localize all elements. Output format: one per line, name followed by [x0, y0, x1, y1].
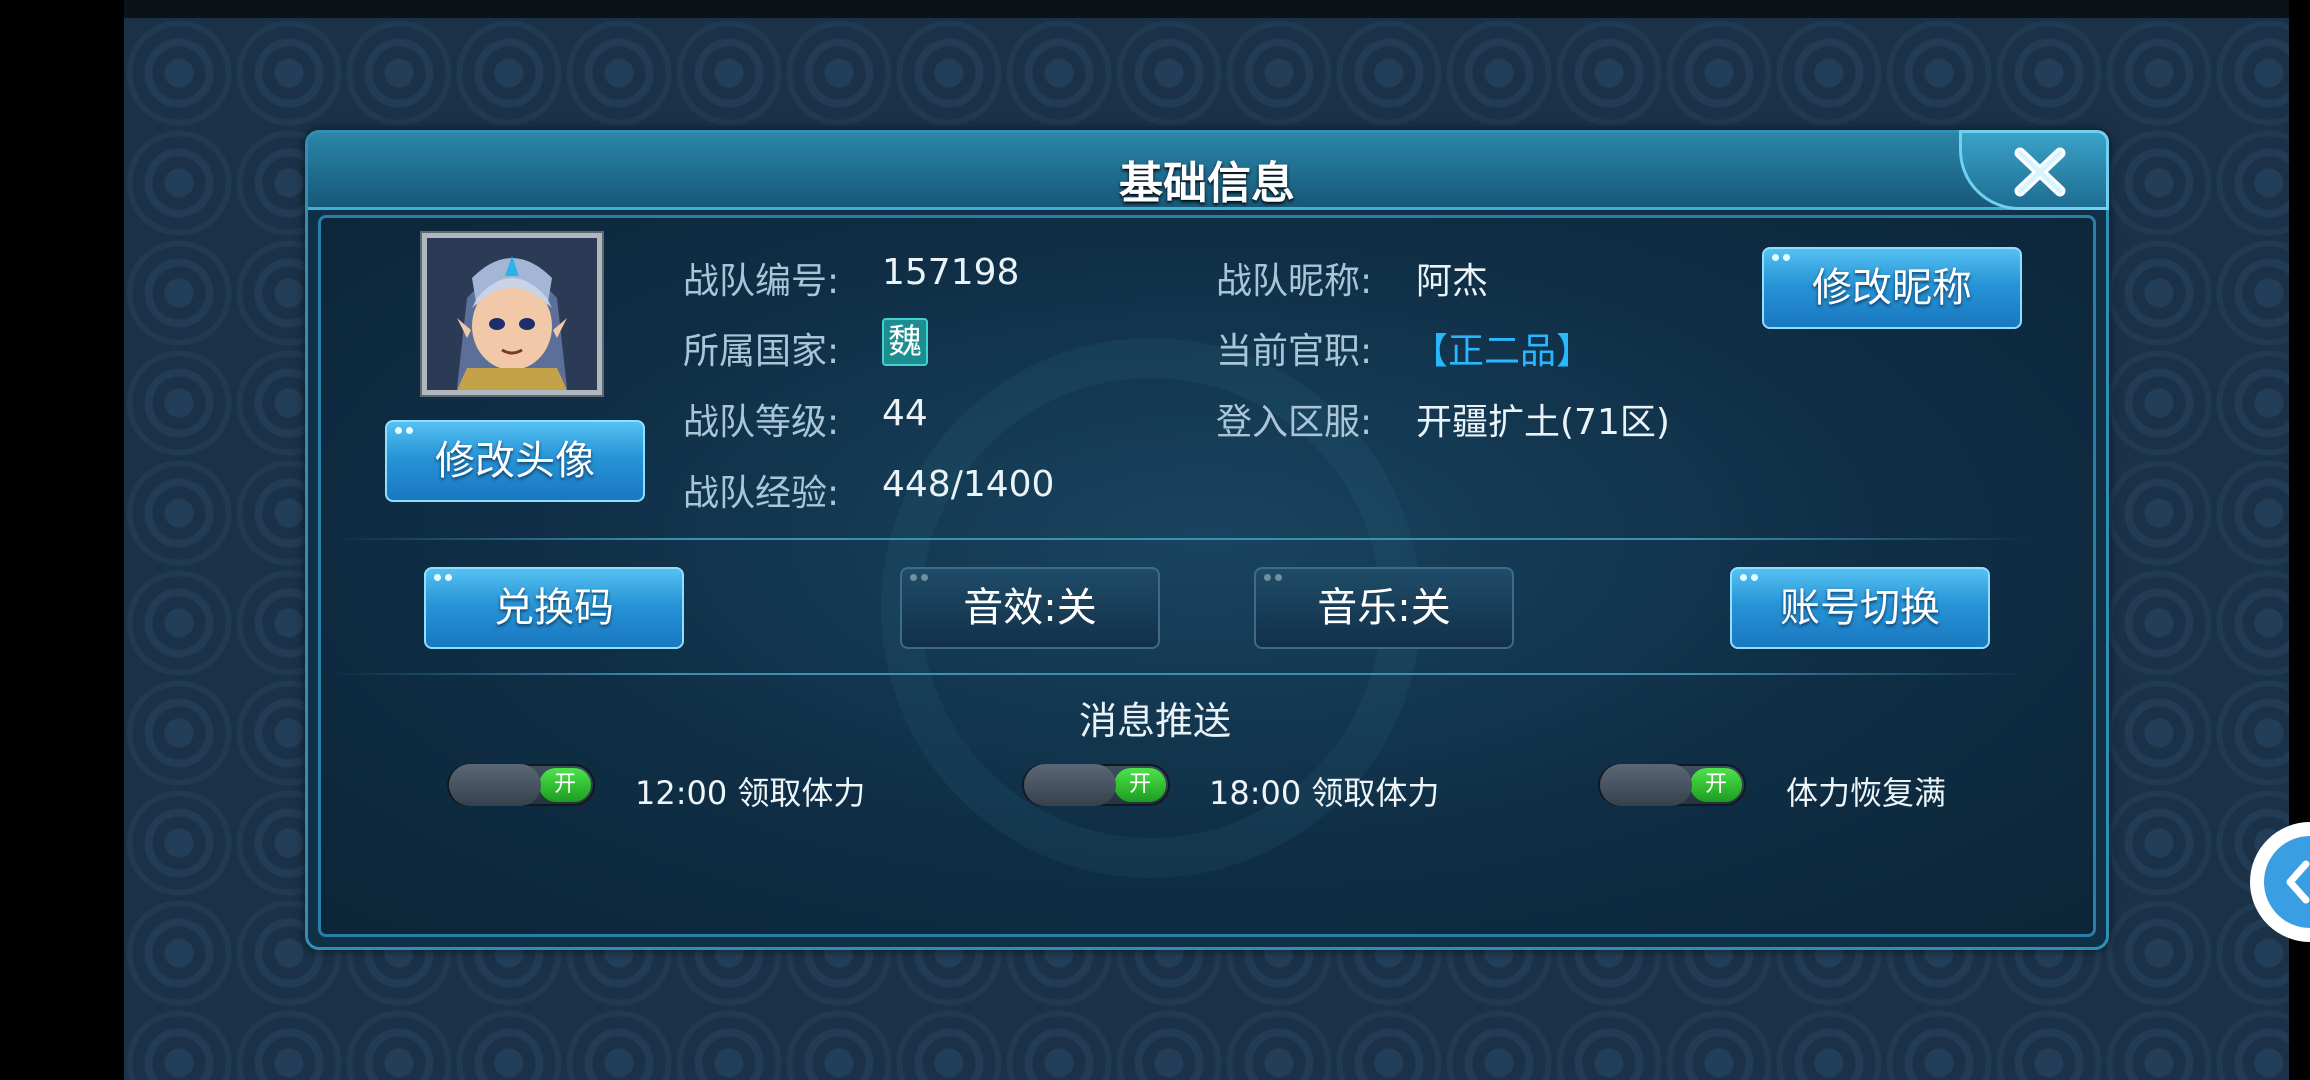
- button-shine: [1264, 574, 1282, 582]
- push-section-title: 消息推送: [1078, 699, 1231, 743]
- toggle-knob: [1600, 764, 1692, 806]
- button-shine: [395, 427, 413, 435]
- divider: [330, 538, 2030, 540]
- top-status-bar: [124, 0, 2289, 18]
- music-button[interactable]: 音乐:关: [1254, 567, 1514, 649]
- dialog-header: 基础信息: [308, 130, 2109, 210]
- country-badge: 魏: [882, 318, 928, 366]
- toggle-on-label: 开: [539, 768, 591, 802]
- toggle-on-label: 开: [1690, 768, 1742, 802]
- toggle-knob: [1024, 764, 1116, 806]
- side-tab-inner: [2264, 836, 2310, 928]
- team-id-value: 157198: [882, 252, 1020, 293]
- change-avatar-button[interactable]: 修改头像: [385, 420, 645, 502]
- redeem-code-label: 兑换码: [494, 585, 614, 631]
- change-nickname-label: 修改昵称: [1812, 265, 1972, 311]
- push-label-evening: 18:00 领取体力: [1209, 774, 1440, 812]
- button-shine: [1740, 574, 1758, 582]
- close-icon: [2014, 147, 2066, 197]
- music-label: 音乐:关: [1317, 585, 1451, 631]
- hero-portrait-icon: [427, 238, 597, 390]
- team-id-label: 战队编号:: [683, 261, 840, 302]
- country-value: 魏: [882, 318, 928, 366]
- push-label-noon: 12:00 领取体力: [635, 774, 866, 812]
- change-avatar-label: 修改头像: [435, 438, 595, 484]
- button-shine: [910, 574, 928, 582]
- exp-value: 448/1400: [882, 464, 1055, 505]
- button-shine: [1772, 254, 1790, 262]
- server-label: 登入区服:: [1216, 402, 1373, 443]
- chevron-left-icon: [2286, 860, 2310, 904]
- level-value: 44: [882, 393, 928, 434]
- switch-account-button[interactable]: 账号切换: [1730, 567, 1990, 649]
- push-toggle-noon[interactable]: 开: [447, 764, 595, 806]
- nickname-value: 阿杰: [1416, 261, 1489, 302]
- sound-effects-button[interactable]: 音效:关: [900, 567, 1160, 649]
- dialog-title: 基础信息: [1119, 158, 1295, 209]
- toggle-knob: [449, 764, 541, 806]
- push-toggle-evening[interactable]: 开: [1022, 764, 1170, 806]
- country-label: 所属国家:: [683, 331, 840, 372]
- push-label-stamina-full: 体力恢复满: [1786, 774, 1947, 812]
- push-toggle-stamina-full[interactable]: 开: [1598, 764, 1746, 806]
- sound-effects-label: 音效:关: [963, 585, 1097, 631]
- exp-label: 战队经验:: [683, 473, 840, 514]
- toggle-on-label: 开: [1114, 768, 1166, 802]
- redeem-code-button[interactable]: 兑换码: [424, 567, 684, 649]
- level-label: 战队等级:: [683, 402, 840, 443]
- rank-label: 当前官职:: [1216, 331, 1373, 372]
- change-nickname-button[interactable]: 修改昵称: [1762, 247, 2022, 329]
- nickname-label: 战队昵称:: [1216, 261, 1373, 302]
- avatar[interactable]: [422, 233, 602, 395]
- divider: [330, 673, 2030, 675]
- switch-account-label: 账号切换: [1780, 585, 1940, 631]
- rank-value: 【正二品】: [1412, 331, 1593, 372]
- server-value: 开疆扩土(71区): [1416, 402, 1670, 443]
- button-shine: [434, 574, 452, 582]
